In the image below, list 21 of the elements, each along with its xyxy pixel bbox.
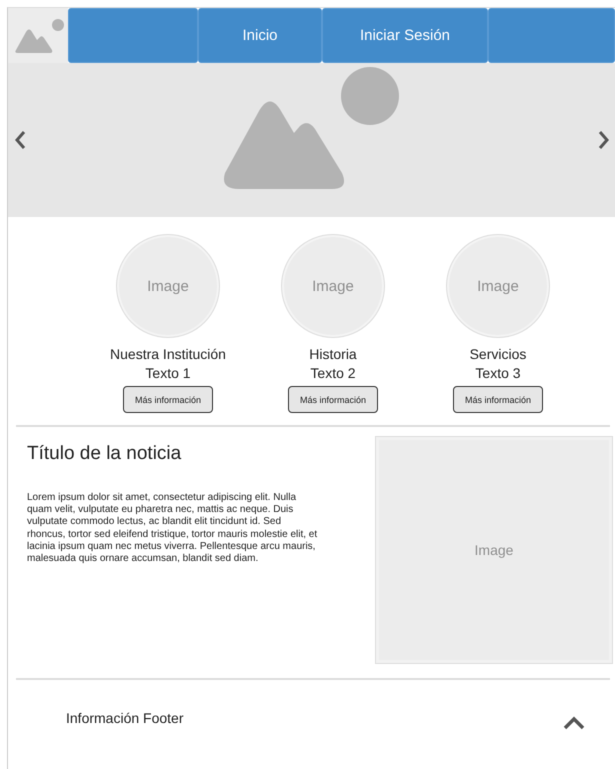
- placeholder-label: Image: [477, 278, 519, 294]
- placeholder-label: Image: [312, 278, 354, 294]
- more-info-button[interactable]: Más información: [123, 386, 213, 413]
- card-subtitle: Texto 2: [310, 364, 356, 383]
- placeholder-label: Image: [474, 542, 514, 558]
- chevron-right-icon[interactable]: [598, 130, 610, 150]
- card-subtitle: Texto 1: [145, 364, 191, 383]
- footer-text: Información Footer: [66, 710, 184, 726]
- more-info-button[interactable]: Más información: [453, 386, 543, 413]
- news-title: Título de la noticia: [27, 443, 182, 465]
- chevron-up-icon[interactable]: [563, 716, 585, 730]
- more-info-button[interactable]: Más información: [288, 386, 378, 413]
- card-title: Historia: [309, 345, 357, 364]
- placeholder-label: Image: [147, 278, 189, 294]
- card-title: Servicios: [470, 345, 526, 364]
- card-subtitle: Texto 3: [475, 364, 521, 383]
- news-body: Lorem ipsum dolor sit amet, consectetur adipiscing elit. Nulla quam velit, vulputate eu pharetra nec, mattis ac neque. Duis vulputate commodo lectus, ac blandit elit tincidunt id. Sed rhoncus, tortor sed eleifend tristique, tortor mauris molestie elit, et lacinia ipsum quam nec metus viverra. Pellentesque arcu mauris, malesuada quis ornare accumsan, blandit sed diam.: [27, 492, 318, 566]
- card-title: Nuestra Institución: [110, 345, 226, 364]
- nav-link[interactable]: Iniciar Sesión: [322, 8, 488, 63]
- nav-link[interactable]: Inicio: [198, 8, 322, 63]
- chevron-left-icon[interactable]: [14, 130, 26, 150]
